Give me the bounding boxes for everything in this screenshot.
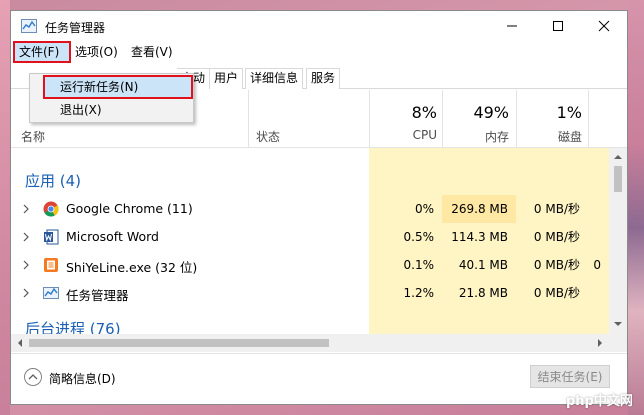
column-cpu[interactable]: CPU [371, 128, 437, 142]
menu-options[interactable]: 选项(O) [71, 43, 122, 61]
menu-run-new-task[interactable]: 运行新任务(N) [43, 75, 193, 99]
maximize-icon [553, 21, 563, 31]
column-divider[interactable] [588, 90, 589, 148]
process-name: ShiYeLine.exe (32 位) [66, 260, 198, 275]
desktop-background-right [628, 0, 644, 415]
chevron-right-icon[interactable] [21, 287, 31, 299]
shiyeline-icon [44, 258, 58, 272]
word-icon [44, 229, 59, 245]
process-list: 应用 (4) Google Chrome (11) 0% 269.8 MB 0 … [11, 148, 609, 334]
window-title: 任务管理器 [45, 21, 106, 35]
scroll-up-icon[interactable] [613, 153, 623, 161]
cpu-cell: 0.5% [369, 223, 442, 251]
column-divider[interactable] [369, 90, 370, 148]
chrome-icon [43, 201, 59, 217]
watermark: php中文网 [566, 394, 633, 409]
close-icon [598, 20, 610, 32]
column-divider[interactable] [248, 90, 249, 148]
column-disk[interactable]: 磁盘 [516, 128, 582, 145]
scroll-down-icon[interactable] [613, 320, 623, 328]
vertical-scroll-thumb[interactable] [614, 166, 622, 192]
scrollbar-corner [609, 334, 627, 352]
file-menu-dropdown: 运行新任务(N) 退出(X) [29, 73, 194, 123]
group-apps[interactable]: 应用 (4) [25, 170, 81, 191]
maximize-button[interactable] [535, 11, 581, 41]
column-memory[interactable]: 内存 [443, 128, 509, 145]
menu-bar: 文件(F) 选项(O) 查看(V) [11, 41, 627, 63]
chevron-up-circle-icon[interactable] [23, 367, 43, 387]
chevron-right-icon[interactable] [21, 203, 31, 215]
vertical-scrollbar[interactable] [609, 148, 627, 334]
tab-users[interactable]: 用户 [209, 68, 244, 89]
horizontal-scrollbar[interactable] [11, 334, 609, 352]
network-cell: 0 [588, 251, 609, 279]
scroll-left-icon[interactable] [16, 338, 24, 348]
fewer-details-link[interactable]: 简略信息(D) [49, 370, 116, 387]
process-name: Microsoft Word [66, 229, 159, 244]
scroll-right-icon[interactable] [596, 338, 604, 348]
close-button[interactable] [581, 11, 627, 41]
process-name: 任务管理器 [66, 288, 129, 303]
disk-percent: 1% [556, 103, 582, 122]
chevron-right-icon[interactable] [21, 231, 31, 243]
memory-cell: 114.3 MB [442, 223, 516, 251]
menu-exit[interactable]: 退出(X) [30, 99, 193, 121]
table-row[interactable]: Microsoft Word 0.5% 114.3 MB 0 MB/秒 [11, 223, 609, 251]
task-manager-window: 任务管理器 文件(F) 选项(O) 查看(V) 启动 用户 详细信息 服务 名称… [10, 10, 628, 405]
footer-bar: 简略信息(D) 结束任务(E) [11, 353, 627, 404]
column-status[interactable]: 状态 [256, 128, 280, 145]
horizontal-scroll-thumb[interactable] [29, 339, 329, 347]
desktop-background-left [0, 0, 10, 415]
chevron-right-icon[interactable] [21, 259, 31, 271]
disk-cell: 0 MB/秒 [516, 223, 588, 251]
process-name: Google Chrome (11) [66, 201, 193, 216]
task-manager-icon [43, 287, 59, 299]
table-row[interactable]: Google Chrome (11) 0% 269.8 MB 0 MB/秒 [11, 195, 609, 223]
memory-cell: 269.8 MB [442, 195, 516, 223]
minimize-icon [507, 25, 517, 27]
disk-cell: 0 MB/秒 [516, 195, 588, 223]
minimize-button[interactable] [489, 11, 535, 41]
cpu-percent: 8% [411, 103, 437, 122]
cpu-cell: 1.2% [369, 279, 442, 307]
column-name[interactable]: 名称 [21, 128, 45, 145]
memory-percent: 49% [473, 103, 509, 122]
task-manager-app-icon [21, 19, 37, 33]
tab-services[interactable]: 服务 [306, 68, 341, 89]
memory-cell: 40.1 MB [442, 251, 516, 279]
group-background[interactable]: 后台进程 (76) [25, 318, 121, 334]
cpu-cell: 0.1% [369, 251, 442, 279]
menu-view[interactable]: 查看(V) [127, 43, 177, 61]
menu-file[interactable]: 文件(F) [13, 41, 71, 63]
disk-cell: 0 MB/秒 [516, 251, 588, 279]
cpu-cell: 0% [369, 195, 442, 223]
tab-details[interactable]: 详细信息 [245, 68, 304, 89]
table-row[interactable]: ShiYeLine.exe (32 位) 0.1% 40.1 MB 0 MB/秒… [11, 251, 609, 279]
disk-cell: 0 MB/秒 [516, 279, 588, 307]
table-row[interactable]: 任务管理器 1.2% 21.8 MB 0 MB/秒 [11, 279, 609, 307]
memory-cell: 21.8 MB [442, 279, 516, 307]
end-task-button[interactable]: 结束任务(E) [530, 365, 610, 388]
title-bar[interactable]: 任务管理器 [11, 11, 627, 41]
